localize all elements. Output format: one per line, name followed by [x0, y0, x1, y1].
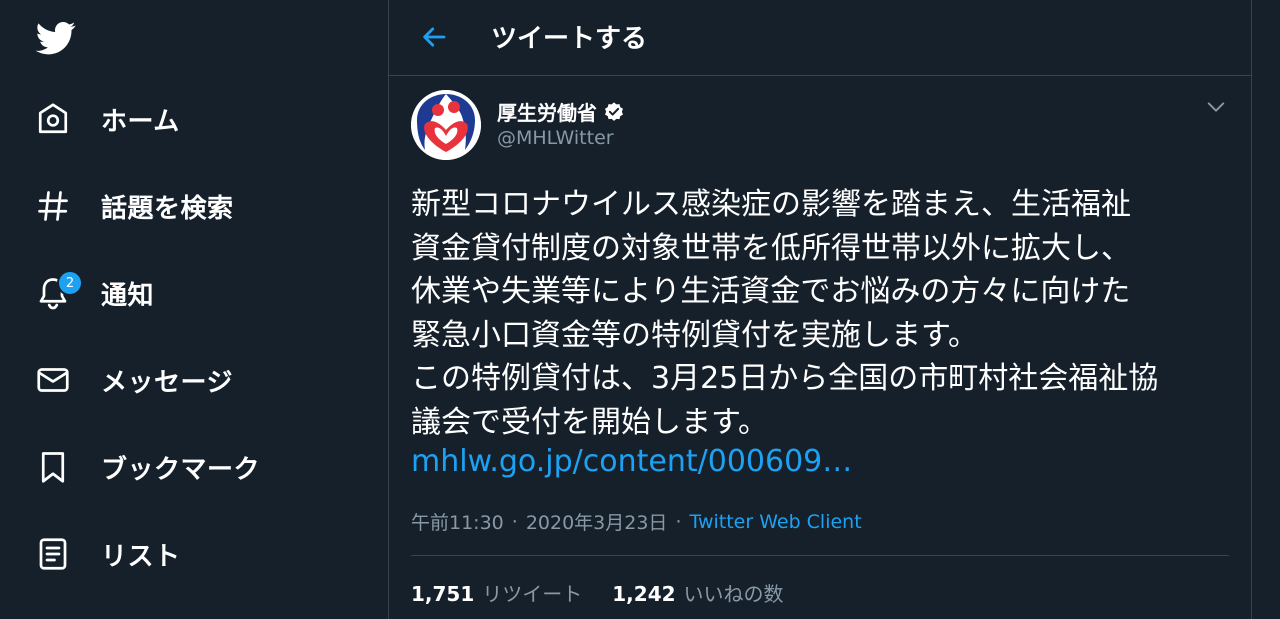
nav-item-home[interactable]: ホーム: [30, 94, 350, 144]
arrow-left-icon: [423, 27, 446, 47]
back-button[interactable]: [417, 20, 451, 54]
tweet-author-handle[interactable]: @MHLWitter: [497, 127, 614, 149]
tweet-text: 新型コロナウイルス感染症の影響を踏まえ、生活福祉 資金貸付制度の対象世帯を低所得…: [411, 183, 1241, 444]
bell-icon: 2: [35, 270, 83, 313]
sidebar: ホーム 話題を検索 2 通知 メッセージ ブックマーク リスト: [0, 0, 388, 619]
likes-stat[interactable]: 1,242 いいねの数: [612, 578, 783, 607]
nav-label-bookmarks: ブックマーク: [101, 454, 261, 485]
notification-badge: 2: [57, 270, 83, 296]
nav-label-lists: リスト: [101, 541, 181, 572]
meta-separator: ·: [675, 510, 682, 533]
twitter-logo-icon[interactable]: [34, 18, 78, 58]
tweet-text-line: 休業や失業等により生活資金でお悩みの方々に向けた: [411, 274, 1131, 309]
page-title: ツイートする: [491, 24, 648, 54]
tweet-date[interactable]: 2020年3月23日: [526, 508, 668, 535]
page-header: ツイートする: [389, 0, 1251, 76]
nav-label-notifications: 通知: [101, 280, 155, 311]
nav-item-notifications[interactable]: 2 通知: [30, 268, 350, 318]
avatar[interactable]: [411, 90, 481, 160]
tweet-text-line: 資金貸付制度の対象世帯を低所得世帯以外に拡大し、: [411, 230, 1131, 266]
bookmark-icon: [35, 447, 81, 487]
main-column: ツイートする 厚生労働省 @MHLWitter 新型コロナウイルス感染症の影響を…: [388, 0, 1252, 619]
retweets-stat[interactable]: 1,751 リツイート: [411, 578, 582, 607]
author-name-text: 厚生労働省: [497, 101, 597, 125]
envelope-icon: [35, 360, 81, 400]
home-icon: [35, 99, 81, 139]
tweet-client[interactable]: Twitter Web Client: [689, 511, 861, 533]
tweet-stats: 1,751 リツイート 1,242 いいねの数: [411, 578, 814, 607]
tweet-text-line: 議会で受付を開始します。: [411, 404, 768, 440]
nav-item-explore[interactable]: 話題を検索: [30, 181, 350, 231]
meta-separator: ·: [511, 510, 518, 533]
verified-badge-icon: [605, 101, 623, 121]
nav-label-messages: メッセージ: [101, 367, 233, 398]
tweet-meta: 午前11:30 · 2020年3月23日 · Twitter Web Clien…: [411, 508, 862, 535]
tweet-text-line: 緊急小口資金等の特例貸付を実施します。: [411, 317, 978, 353]
chevron-down-icon[interactable]: [1205, 96, 1227, 118]
hashtag-icon: [35, 186, 81, 226]
list-icon: [35, 534, 81, 574]
tweet-link[interactable]: mhlw.go.jp/content/000609…: [411, 444, 852, 479]
likes-count: 1,242: [612, 582, 676, 606]
retweets-label: リツイート: [482, 582, 583, 606]
tweet-author-name[interactable]: 厚生労働省: [497, 97, 625, 126]
tweet-time[interactable]: 午前11:30: [411, 508, 504, 535]
nav-label-explore: 話題を検索: [101, 193, 234, 224]
likes-label: いいねの数: [683, 582, 784, 606]
tweet-text-line: 新型コロナウイルス感染症の影響を踏まえ、生活福祉: [411, 187, 1131, 222]
nav-item-lists[interactable]: リスト: [30, 529, 350, 579]
tweet-text-line: この特例貸付は、3月25日から全国の市町村社会福祉協: [411, 361, 1159, 396]
nav-label-home: ホーム: [101, 106, 180, 137]
nav-item-bookmarks[interactable]: ブックマーク: [30, 442, 350, 492]
retweets-count: 1,751: [411, 582, 475, 606]
nav-item-messages[interactable]: メッセージ: [30, 355, 350, 405]
divider: [411, 555, 1229, 556]
